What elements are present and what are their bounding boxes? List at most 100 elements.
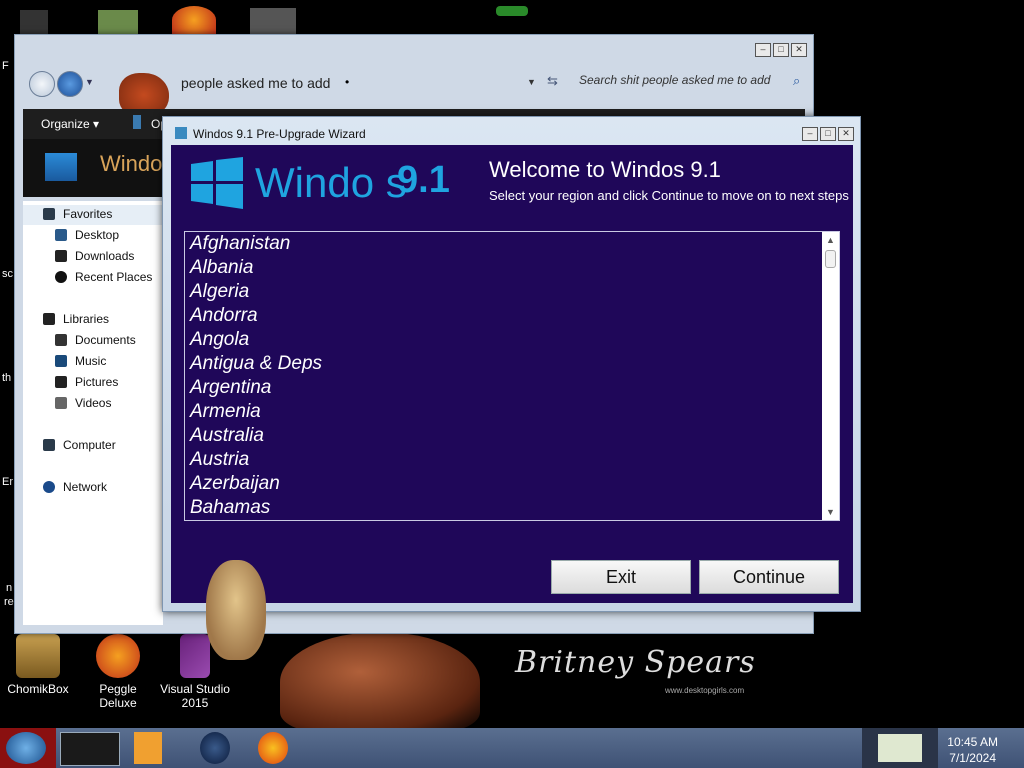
forward-button[interactable] [57, 71, 83, 97]
taskbar-explorer-icon[interactable] [60, 732, 120, 766]
region-list-items: Afghanistan Albania Algeria Andorra Ango… [185, 232, 839, 520]
organize-menu[interactable]: Organize ▾ [41, 117, 99, 131]
list-scrollbar[interactable]: ▲ ▼ [822, 232, 839, 520]
list-item[interactable]: Antigua & Deps [185, 352, 839, 376]
nav-label: Network [63, 480, 108, 494]
nav-label: Favorites [63, 207, 113, 221]
logo-wordmark: Windo s [255, 159, 407, 206]
back-button[interactable] [29, 71, 55, 97]
region-listbox[interactable]: Afghanistan Albania Algeria Andorra Ango… [184, 231, 840, 521]
desktop-icon-chomikbox[interactable]: ChomikBox [6, 634, 70, 696]
wizard-close-button[interactable]: ✕ [838, 127, 854, 141]
downloads-icon [55, 250, 67, 262]
nav-documents[interactable]: Documents [55, 333, 136, 347]
nav-pictures[interactable]: Pictures [55, 375, 118, 389]
list-item[interactable]: Albania [185, 256, 839, 280]
music-icon [55, 355, 67, 367]
nav-libraries[interactable]: Libraries [43, 312, 109, 326]
wizard-title: Windos 9.1 Pre-Upgrade Wizard [193, 127, 366, 141]
address-path[interactable]: people asked me to add [181, 75, 330, 91]
continue-button[interactable]: Continue [699, 560, 839, 594]
folder-download-icon [45, 153, 77, 181]
address-dot: • [345, 75, 350, 89]
wizard-app-icon [175, 127, 187, 139]
chomikbox-icon [16, 634, 60, 678]
desktop-icon-top-1[interactable] [20, 10, 48, 34]
wizard-content: Windo s 9.1 Welcome to Windos 9.1 Select… [171, 145, 853, 603]
videos-icon [55, 397, 67, 409]
star-icon [43, 208, 55, 220]
maximize-button[interactable]: □ [773, 43, 789, 57]
clock[interactable]: 10:45 AM 7/1/2024 [947, 734, 998, 766]
firefox-icon[interactable] [258, 732, 288, 764]
documents-icon [55, 334, 67, 346]
nav-label: Downloads [75, 249, 135, 263]
list-item[interactable]: Argentina [185, 376, 839, 400]
start-button[interactable] [6, 732, 46, 764]
nav-recent-places[interactable]: Recent Places [55, 270, 152, 284]
explorer-header: Windo [23, 139, 163, 197]
search-input[interactable]: Search shit people asked me to add [579, 73, 770, 87]
address-bar-row: ▼ people asked me to add • ▼ ⇆ Search sh… [23, 65, 803, 117]
explorer-window-controls: – □ ✕ [755, 43, 807, 57]
desktop-icon-top-2[interactable] [98, 10, 138, 34]
navigation-pane: Favorites Desktop Downloads Recent Place… [23, 201, 163, 625]
list-item[interactable]: Andorra [185, 304, 839, 328]
clock-time: 10:45 AM [947, 735, 998, 749]
nav-desktop[interactable]: Desktop [55, 228, 119, 242]
desktop-icon-label: Peggle Deluxe [99, 682, 137, 710]
nav-computer[interactable]: Computer [43, 438, 116, 452]
taskbar-media-player-icon[interactable] [134, 732, 162, 764]
nav-music[interactable]: Music [55, 354, 106, 368]
list-item[interactable]: Bahamas [185, 496, 839, 520]
explorer-header-title: Windo [100, 151, 163, 176]
nav-downloads[interactable]: Downloads [55, 249, 134, 263]
list-item[interactable]: Austria [185, 448, 839, 472]
desktop-icon-peggle[interactable]: Peggle Deluxe [84, 634, 152, 710]
pictures-icon [55, 376, 67, 388]
scroll-up-icon[interactable]: ▲ [822, 232, 839, 248]
organize-label: Organize [41, 117, 90, 131]
list-item[interactable]: Afghanistan [185, 232, 839, 256]
taskbar-app-icon[interactable] [200, 732, 230, 764]
welcome-heading: Welcome to Windos 9.1 [489, 157, 721, 182]
list-item[interactable]: Australia [185, 424, 839, 448]
desktop-icon-label: ChomikBox [7, 682, 69, 696]
clock-date: 7/1/2024 [949, 751, 996, 765]
nav-label: Music [75, 354, 107, 368]
list-item[interactable]: Azerbaijan [185, 472, 839, 496]
edge-text-3: th [2, 372, 12, 384]
close-button[interactable]: ✕ [791, 43, 807, 57]
scroll-down-icon[interactable]: ▼ [822, 504, 839, 520]
nav-network[interactable]: Network [43, 480, 107, 494]
nav-label: Documents [75, 333, 136, 347]
tray-notification-icon[interactable] [878, 734, 922, 762]
nav-label: Pictures [75, 375, 119, 389]
recent-pages-icon[interactable]: ▼ [85, 77, 94, 87]
exit-button[interactable]: Exit [551, 560, 691, 594]
desktop-icon-top-3[interactable] [172, 6, 216, 34]
wizard-maximize-button[interactable]: □ [820, 127, 836, 141]
nav-label: Desktop [75, 228, 120, 242]
nav-label: Computer [63, 438, 116, 452]
nav-favorites[interactable]: Favorites [43, 207, 112, 221]
address-dropdown-icon[interactable]: ▼ [527, 77, 536, 87]
desktop-icon-label: Visual Studio [160, 682, 230, 696]
edge-text-6: re [4, 596, 14, 608]
desktop-icon-top-4[interactable] [250, 8, 296, 34]
desktop-icon [55, 229, 67, 241]
system-tray [862, 728, 938, 768]
wallpaper-image [280, 632, 480, 732]
list-item[interactable]: Armenia [185, 400, 839, 424]
edge-text-2: sc [2, 268, 13, 280]
recent-places-icon [55, 271, 67, 283]
nav-videos[interactable]: Videos [55, 396, 111, 410]
list-item[interactable]: Angola [185, 328, 839, 352]
visual-studio-icon [180, 634, 210, 678]
wizard-minimize-button[interactable]: – [802, 127, 818, 141]
list-item[interactable]: Algeria [185, 280, 839, 304]
minimize-button[interactable]: – [755, 43, 771, 57]
refresh-icon[interactable]: ⇆ [547, 73, 558, 89]
search-icon[interactable]: ⌕ [793, 73, 800, 89]
scroll-thumb[interactable] [825, 250, 836, 268]
